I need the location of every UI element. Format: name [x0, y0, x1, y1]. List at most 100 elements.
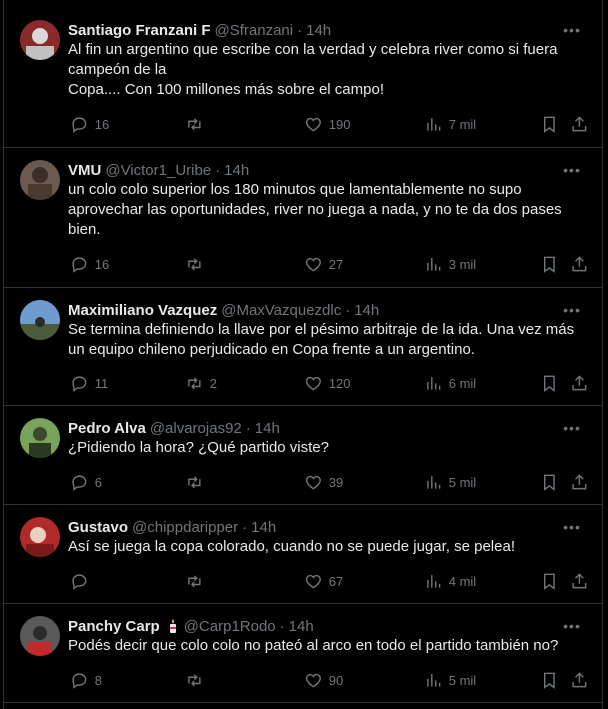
- views-button[interactable]: 5 mil: [424, 473, 476, 492]
- retweet-button[interactable]: [185, 572, 210, 591]
- separator-dot: ·: [245, 419, 251, 437]
- more-options-icon[interactable]: •••: [562, 300, 582, 320]
- retweet-icon: [188, 575, 201, 587]
- retweet-button[interactable]: [185, 671, 210, 690]
- tweet[interactable]: Santiago Franzani F @Sfranzani · 14h •••…: [4, 8, 602, 148]
- like-button[interactable]: 120: [304, 374, 350, 393]
- avatar[interactable]: [20, 616, 60, 656]
- display-name[interactable]: Gustavo: [68, 519, 128, 536]
- share-button[interactable]: [570, 374, 589, 393]
- reply-button[interactable]: 16: [70, 115, 109, 134]
- avatar[interactable]: [20, 300, 60, 340]
- avatar[interactable]: [20, 20, 60, 60]
- retweet-button[interactable]: [185, 115, 210, 134]
- bookmark-button[interactable]: [540, 374, 559, 393]
- views-button[interactable]: 6 mil: [424, 374, 476, 393]
- retweet-button[interactable]: 2: [185, 374, 217, 393]
- reply-icon: [72, 257, 87, 273]
- tweet-actions: 16 190 7 mil: [60, 112, 590, 136]
- bookmark-button[interactable]: [540, 115, 559, 134]
- bookmark-button[interactable]: [540, 572, 559, 591]
- reply-count: 8: [94, 672, 102, 688]
- avatar-image: [20, 418, 60, 458]
- reply-button[interactable]: 16: [70, 255, 109, 274]
- separator-dot: ·: [297, 21, 303, 39]
- more-options-icon[interactable]: •••: [562, 418, 582, 438]
- user-handle[interactable]: @MaxVazquezdlc: [221, 302, 341, 319]
- like-button[interactable]: 39: [304, 473, 343, 492]
- user-handle[interactable]: @Carp1Rodo: [184, 618, 276, 635]
- more-options-icon[interactable]: •••: [562, 517, 582, 537]
- more-options-icon[interactable]: •••: [562, 616, 582, 636]
- bookmark-icon: [543, 256, 555, 273]
- display-name[interactable]: Maximiliano Vazquez: [68, 302, 217, 319]
- reply-count: 6: [94, 474, 102, 490]
- retweet-button[interactable]: [185, 255, 210, 274]
- timestamp[interactable]: 14h: [251, 519, 276, 536]
- user-handle[interactable]: @alvarojas92: [150, 420, 242, 437]
- heart-icon: [305, 117, 321, 132]
- views-chart-icon: [427, 117, 441, 131]
- tweet[interactable]: Maximiliano Vazquez @MaxVazquezdlc · 14h…: [4, 288, 602, 406]
- heart-icon: [305, 257, 321, 272]
- reply-icon: [72, 574, 87, 590]
- timestamp[interactable]: 14h: [255, 420, 280, 437]
- retweet-icon: [188, 476, 201, 488]
- bookmark-button[interactable]: [540, 255, 559, 274]
- display-name[interactable]: VMU: [68, 162, 101, 179]
- views-button[interactable]: 5 mil: [424, 671, 476, 690]
- tweet[interactable]: Gustavo @chippdaripper · 14h ••• Así se …: [4, 505, 602, 604]
- tweet-header: Maximiliano Vazquez @MaxVazquezdlc · 14h: [68, 300, 586, 320]
- reply-button[interactable]: 11: [70, 374, 108, 393]
- avatar[interactable]: [20, 418, 60, 458]
- more-options-icon[interactable]: •••: [562, 160, 582, 180]
- bookmark-button[interactable]: [540, 473, 559, 492]
- display-name[interactable]: Panchy Carp: [68, 618, 160, 635]
- bookmark-button[interactable]: [540, 671, 559, 690]
- timestamp[interactable]: 14h: [224, 162, 249, 179]
- avatar-image: [20, 160, 60, 200]
- retweet-button[interactable]: [185, 473, 210, 492]
- more-options-icon[interactable]: •••: [562, 20, 582, 40]
- timestamp[interactable]: 14h: [354, 302, 379, 319]
- views-button[interactable]: 3 mil: [424, 255, 476, 274]
- like-count: 120: [328, 375, 351, 391]
- like-button[interactable]: 190: [304, 115, 350, 134]
- like-button[interactable]: 27: [304, 255, 343, 274]
- like-button[interactable]: 67: [304, 572, 343, 591]
- like-button[interactable]: 90: [304, 671, 343, 690]
- timestamp[interactable]: 14h: [289, 618, 314, 635]
- share-button[interactable]: [570, 473, 589, 492]
- views-chart-icon: [427, 475, 441, 489]
- separator-dot: ·: [345, 301, 351, 319]
- user-handle[interactable]: @chippdaripper: [132, 519, 238, 536]
- separator-dot: ·: [242, 518, 248, 536]
- share-button[interactable]: [570, 115, 589, 134]
- reply-button[interactable]: 8: [70, 671, 102, 690]
- reply-icon: [72, 475, 87, 491]
- share-icon: [572, 374, 587, 390]
- display-name[interactable]: Santiago Franzani F: [68, 22, 211, 39]
- share-button[interactable]: [570, 255, 589, 274]
- reply-button[interactable]: [70, 572, 95, 591]
- user-handle[interactable]: @Sfranzani: [215, 22, 294, 39]
- reply-count: 16: [94, 116, 110, 132]
- reply-button[interactable]: 6: [70, 473, 102, 492]
- share-button[interactable]: [570, 572, 589, 591]
- views-button[interactable]: 7 mil: [424, 115, 476, 134]
- share-icon: [572, 115, 587, 131]
- timestamp[interactable]: 14h: [306, 22, 331, 39]
- tweet[interactable]: VMU @Victor1_Uribe · 14h ••• un colo col…: [4, 148, 602, 288]
- bookmark-icon: [543, 375, 555, 392]
- tweet[interactable]: Pedro Alva @alvarojas92 · 14h ••• ¿Pidie…: [4, 406, 602, 505]
- view-count: 5 mil: [448, 672, 477, 688]
- share-button[interactable]: [570, 671, 589, 690]
- view-count: 7 mil: [448, 116, 477, 132]
- avatar[interactable]: [20, 160, 60, 200]
- tweet[interactable]: Panchy Carp @Carp1Rodo · 14h ••• Podés d…: [4, 604, 602, 703]
- tweet-actions: 67 4 mil: [60, 569, 590, 593]
- user-handle[interactable]: @Victor1_Uribe: [105, 162, 211, 179]
- display-name[interactable]: Pedro Alva: [68, 420, 146, 437]
- views-button[interactable]: 4 mil: [424, 572, 476, 591]
- avatar[interactable]: [20, 517, 60, 557]
